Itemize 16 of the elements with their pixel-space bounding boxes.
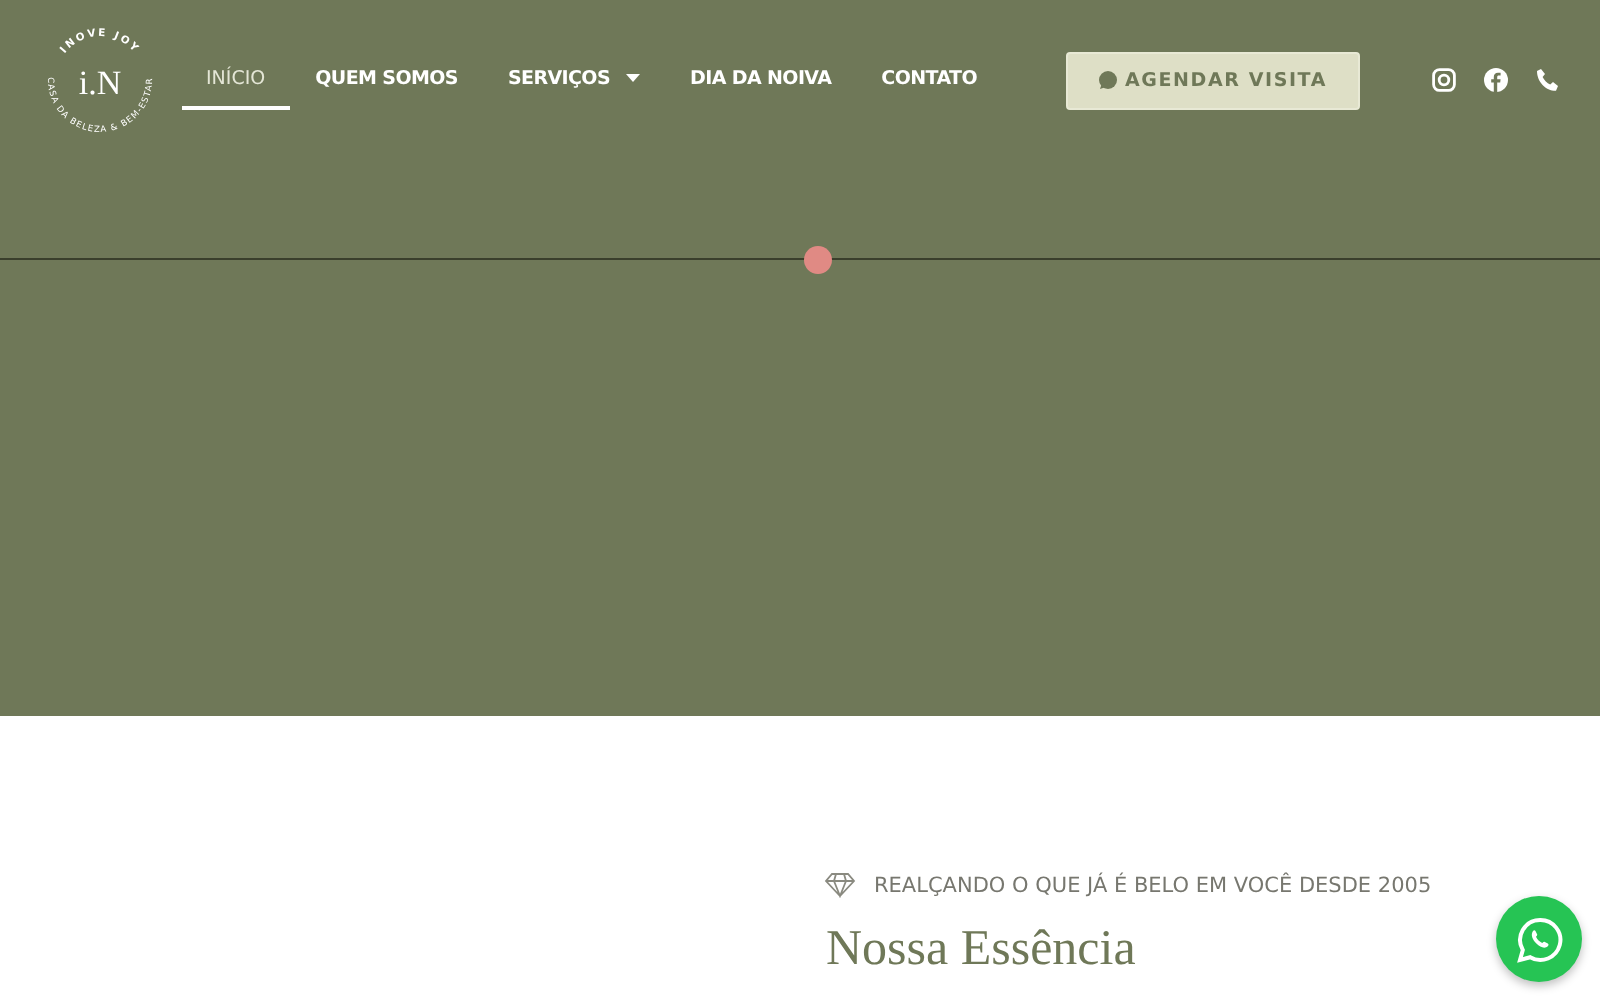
nav-link[interactable]: DIA DA NOIVA: [666, 51, 856, 109]
facebook-icon[interactable]: [1484, 68, 1508, 92]
diamond-icon: [824, 872, 856, 898]
nav-link[interactable]: INÍCIO: [182, 51, 290, 109]
section-title: Nossa Essência: [826, 922, 1136, 978]
phone-icon[interactable]: [1536, 68, 1560, 92]
chat-bubble-icon: [1098, 70, 1119, 90]
slider-dot[interactable]: [804, 246, 832, 274]
schedule-button[interactable]: AGENDAR VISITA: [1066, 51, 1360, 109]
nav-link[interactable]: SERVIÇOS: [483, 51, 664, 109]
nav-link[interactable]: CONTATO: [857, 51, 1001, 109]
whatsapp-icon: [1515, 915, 1563, 963]
tagline: REALÇANDO O QUE JÁ É BELO EM VOCÊ DESDE 2005: [874, 873, 1432, 897]
nav-link[interactable]: QUEM SOMOS: [291, 51, 482, 109]
caret-icon: [626, 74, 640, 82]
instagram-icon[interactable]: [1432, 68, 1456, 92]
